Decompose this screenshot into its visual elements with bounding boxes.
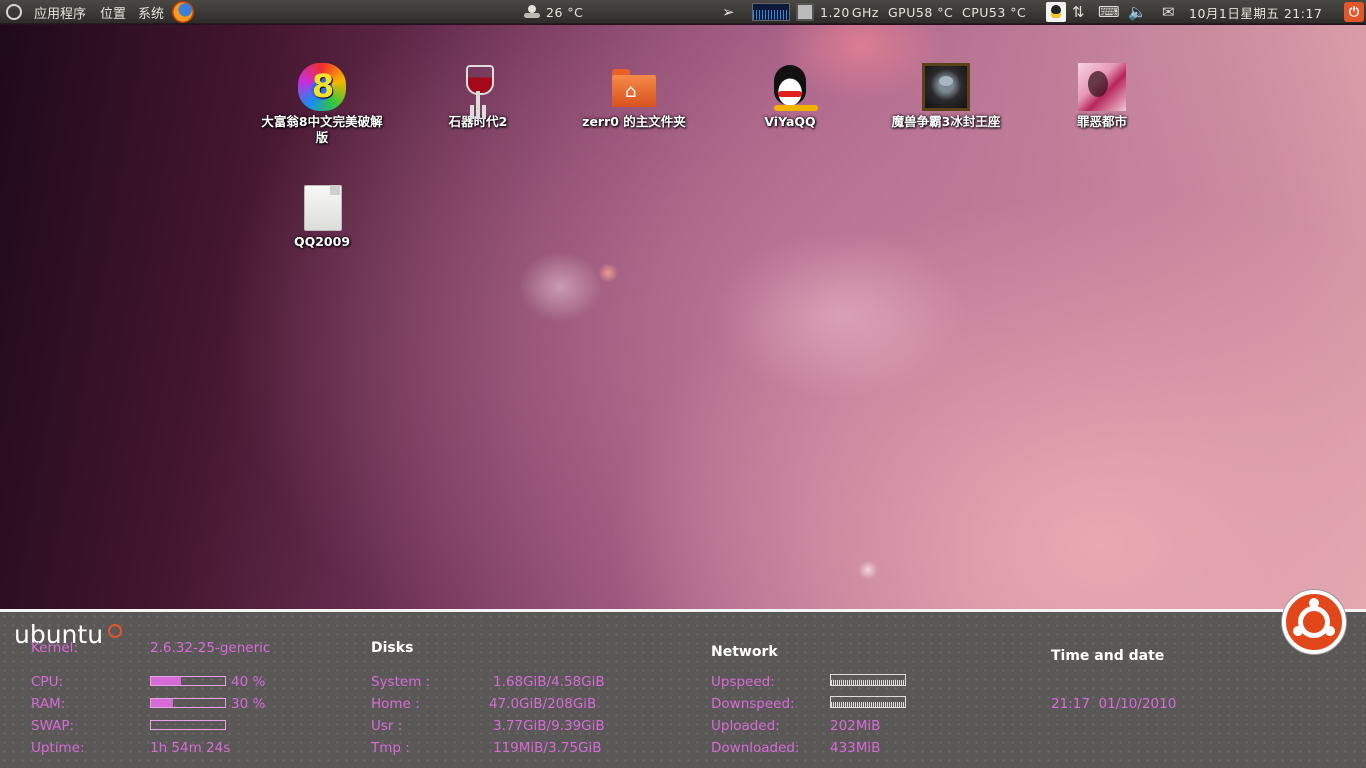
desktop-icon-label: 罪恶都市 — [1076, 114, 1127, 129]
downloaded-value: 433MiB — [830, 740, 881, 756]
downloaded-label: Downloaded: — [711, 740, 800, 756]
upspeed-label: Upspeed: — [711, 674, 775, 690]
home-folder-icon: ⌂ — [610, 63, 658, 111]
time-date-value: 21:17 01/10/2010 — [1051, 696, 1177, 712]
downspeed-label: Downspeed: — [711, 696, 795, 712]
desktop-icon-label: 大富翁8中文完美破解 版 — [261, 114, 383, 145]
ubuntu-logo-icon[interactable] — [6, 0, 22, 24]
disks-heading: Disks — [371, 640, 414, 656]
desktop-icon-label: 魔兽争霸3冰封王座 — [891, 114, 1001, 129]
cpu-usage-text: 40 % — [231, 674, 266, 690]
desktop-icon-warcraft3[interactable]: 魔兽争霸3冰封王座 — [876, 63, 1016, 130]
disk-system-label: System : — [371, 674, 431, 690]
disk-tmp-value: 119MiB/3.75GiB — [493, 740, 602, 756]
disk-home-value: 47.0GiB/208GiB — [489, 696, 597, 712]
upspeed-graph — [830, 674, 906, 686]
qq-tray-icon[interactable] — [1046, 0, 1066, 24]
conky-panel: ubuntu Kernel: 2.6.32-25-generic CPU: 40… — [0, 609, 1366, 768]
clock[interactable]: 10月1日星期五 21:17 — [1189, 0, 1322, 24]
file-icon — [298, 183, 346, 231]
cpu-freq-unit: GHz — [851, 4, 879, 20]
volume-icon[interactable]: 🔈 — [1128, 0, 1147, 24]
weather-temp: 26 °C — [546, 4, 584, 20]
system-monitor-icon[interactable] — [752, 0, 790, 24]
desktop-icon-label: zerr0 的主文件夹 — [582, 114, 686, 129]
uploaded-label: Uploaded: — [711, 718, 780, 734]
keyboard-icon[interactable]: ⌨ — [1098, 0, 1120, 24]
desktop: 8 大富翁8中文完美破解 版 石器时代2 ⌂ zerr0 的主文件夹 ViYaQ… — [0, 25, 1366, 609]
desktop-icon-label: QQ2009 — [293, 234, 351, 249]
weather-icon — [524, 5, 540, 19]
uptime-value: 1h 54m 24s — [150, 740, 231, 756]
wine-icon — [454, 63, 502, 111]
disk-home-label: Home : — [371, 696, 420, 712]
cpu-freq-value: 1.20 — [820, 4, 850, 20]
mail-icon[interactable]: ✉ — [1162, 0, 1175, 24]
desktop-icon-shiqi[interactable]: 石器时代2 — [408, 63, 548, 130]
cpu-temperature[interactable]: CPU53 °C — [962, 0, 1026, 24]
swap-label: SWAP: — [31, 718, 75, 734]
top-panel: 应用程序 位置 系统 26 °C ➢ 1.20 GHz GPU58 °C CPU… — [0, 0, 1366, 24]
vice-city-icon — [1078, 63, 1126, 111]
disk-usr-value: 3.77GiB/9.39GiB — [493, 718, 605, 734]
cpu-frequency[interactable]: 1.20 GHz — [820, 0, 879, 24]
ram-label: RAM: — [31, 696, 66, 712]
uptime-label: Uptime: — [31, 740, 85, 756]
ubuntu-circle-icon — [108, 624, 122, 638]
menu-applications[interactable]: 应用程序 — [34, 0, 86, 24]
firefox-icon[interactable] — [172, 0, 194, 24]
disk-system-value: 1.68GiB/4.58GiB — [493, 674, 605, 690]
ubuntu-logo-badge-icon — [1282, 590, 1346, 654]
desktop-icon-label: 石器时代2 — [448, 114, 508, 129]
kernel-value: 2.6.32-25-generic — [150, 640, 271, 656]
ram-usage-bar — [150, 698, 226, 708]
menu-places[interactable]: 位置 — [100, 0, 126, 24]
downspeed-graph — [830, 696, 906, 708]
desktop-icon-dafuweng8[interactable]: 8 大富翁8中文完美破解 版 — [252, 63, 392, 146]
warcraft3-icon — [922, 63, 970, 111]
disk-usr-label: Usr : — [371, 718, 403, 734]
desktop-icon-label: ViYaQQ — [764, 114, 816, 129]
dafuweng8-icon: 8 — [298, 63, 346, 111]
desktop-icon-vice-city[interactable]: 罪恶都市 — [1032, 63, 1172, 130]
weather-indicator[interactable]: 26 °C — [524, 0, 583, 24]
desktop-icon-viyaqq[interactable]: ViYaQQ — [720, 63, 860, 130]
cpu-chip-icon[interactable] — [796, 0, 814, 24]
kernel-label: Kernel: — [31, 640, 78, 656]
qq-penguin-icon — [766, 63, 814, 111]
desktop-icon-home-folder[interactable]: ⌂ zerr0 的主文件夹 — [564, 63, 704, 130]
swap-usage-bar — [150, 720, 226, 730]
cpu-usage-bar — [150, 676, 226, 686]
disk-tmp-label: Tmp : — [371, 740, 410, 756]
gpu-temperature[interactable]: GPU58 °C — [888, 0, 953, 24]
network-icon[interactable]: ⇅ — [1072, 0, 1085, 24]
uploaded-value: 202MiB — [830, 718, 881, 734]
desktop-icon-qq2009[interactable]: QQ2009 — [252, 183, 392, 250]
ram-usage-text: 30 % — [231, 696, 266, 712]
menu-system[interactable]: 系统 — [138, 0, 164, 24]
network-heading: Network — [711, 644, 778, 660]
switch-user-icon[interactable]: ➢ — [722, 0, 735, 24]
power-icon[interactable]: ⏻ — [1344, 0, 1364, 24]
cpu-label: CPU: — [31, 674, 63, 690]
time-heading: Time and date — [1051, 648, 1165, 664]
